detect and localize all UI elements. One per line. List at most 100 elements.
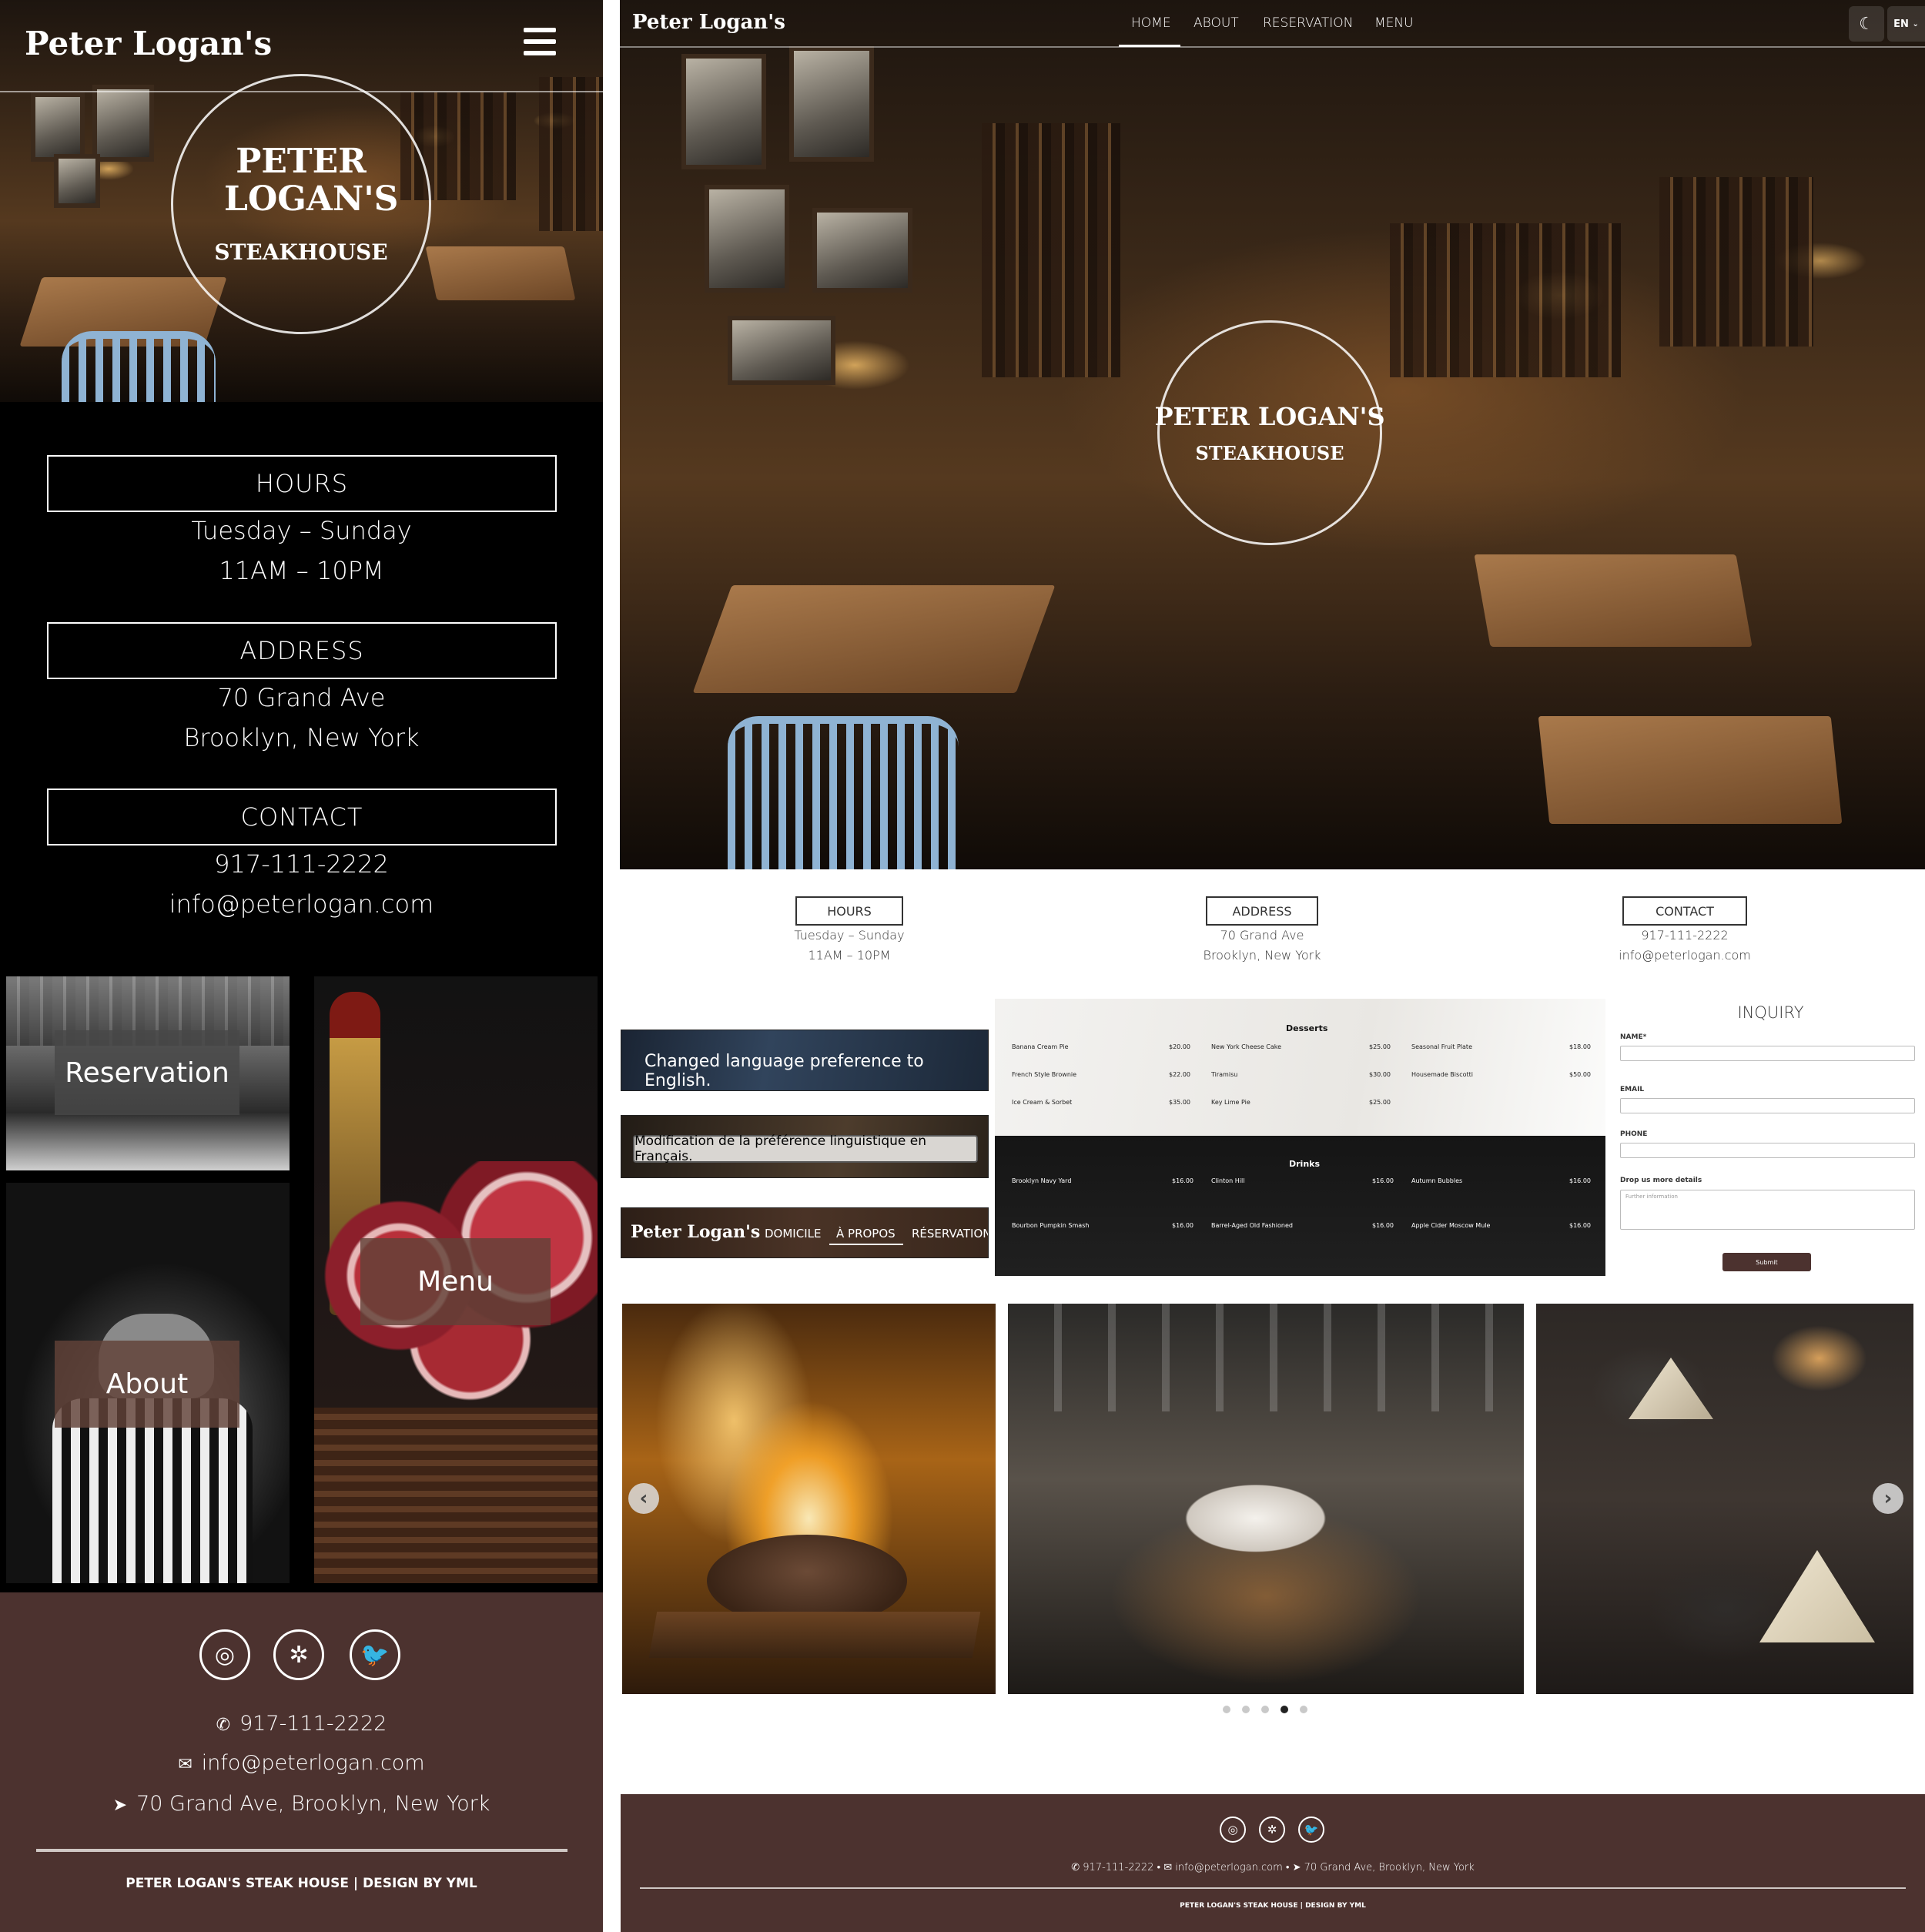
language-toast-english: Changed language preference to English.	[621, 1030, 989, 1091]
drink-price: $16.00	[1172, 1177, 1194, 1184]
carousel-image-fine-dining	[1008, 1304, 1524, 1694]
desserts-section: Desserts Banana Cream Pie $20.00 New Yor…	[995, 999, 1605, 1136]
contact-heading: CONTACT	[47, 789, 557, 845]
dessert-price: $50.00	[1569, 1071, 1591, 1078]
language-select[interactable]: EN ⌄	[1887, 6, 1925, 42]
emblem-subtitle: STEAKHOUSE	[214, 239, 388, 265]
fr-nav-about[interactable]: À PROPOS	[836, 1227, 896, 1241]
hours-heading: HOURS	[795, 896, 903, 926]
location-arrow-icon: ➤	[1292, 1862, 1301, 1873]
french-navbar-preview: Peter Logan's DOMICILE À PROPOS RÉSERVAT…	[621, 1207, 989, 1258]
hours-heading: HOURS	[47, 455, 557, 512]
about-tile-label: About	[55, 1341, 239, 1428]
dessert-price: $30.00	[1369, 1071, 1391, 1078]
footer-address: 70 Grand Ave, Brooklyn, New York	[1304, 1862, 1475, 1873]
nav-menu[interactable]: MENU	[1374, 15, 1414, 31]
dessert-price: $25.00	[1369, 1099, 1391, 1106]
footer-email-text: info@peterlogan.com	[201, 1751, 425, 1775]
submit-button[interactable]: Submit	[1722, 1253, 1811, 1271]
footer-phone[interactable]: 917-111-2222	[1083, 1862, 1153, 1873]
twitter-icon[interactable]: 🐦	[1298, 1816, 1324, 1843]
footer-address: ➤ 70 Grand Ave, Brooklyn, New York	[0, 1792, 603, 1816]
dessert-item: Key Lime Pie	[1211, 1099, 1250, 1106]
desktop-footer-info: ✆ 917-111-2222 • ✉ info@peterlogan.com •…	[1071, 1862, 1475, 1873]
fr-nav-home[interactable]: DOMICILE	[765, 1227, 821, 1241]
phone-label: PHONE	[1620, 1130, 1648, 1138]
dessert-item: Seasonal Fruit Plate	[1411, 1043, 1472, 1050]
dessert-price: $35.00	[1169, 1099, 1190, 1106]
yelp-icon[interactable]: ✲	[273, 1629, 324, 1680]
carousel-dot[interactable]	[1242, 1706, 1250, 1713]
drink-price: $16.00	[1372, 1222, 1394, 1229]
carousel-dot[interactable]	[1261, 1706, 1269, 1713]
drink-item: Barrel-Aged Old Fashioned	[1211, 1222, 1293, 1229]
phone-field[interactable]	[1620, 1143, 1915, 1158]
footer-email[interactable]: ✉ info@peterlogan.com	[0, 1751, 603, 1775]
dessert-item: Banana Cream Pie	[1012, 1043, 1069, 1050]
drink-item: Bourbon Pumpkin Smash	[1012, 1222, 1090, 1229]
footer-phone-text: 917-111-2222	[239, 1712, 387, 1736]
instagram-icon[interactable]: ◎	[1220, 1816, 1246, 1843]
address-street: 70 Grand Ave	[217, 683, 386, 712]
reservation-tile[interactable]: Reservation	[6, 976, 290, 1170]
nav-reservation[interactable]: RESERVATION	[1263, 15, 1353, 31]
carousel-dot[interactable]	[1300, 1706, 1307, 1713]
envelope-icon: ✉	[178, 1755, 192, 1774]
name-field[interactable]	[1620, 1046, 1915, 1061]
drink-item: Brooklyn Navy Yard	[1012, 1177, 1072, 1184]
drink-item: Clinton Hill	[1211, 1177, 1245, 1184]
email-field[interactable]	[1620, 1098, 1915, 1113]
nav-active-indicator	[1119, 45, 1180, 47]
desktop-brand-logo[interactable]: Peter Logan's	[632, 11, 785, 34]
contact-heading: CONTACT	[1622, 896, 1747, 926]
address-city: Brooklyn, New York	[183, 723, 420, 752]
chevron-left-icon[interactable]: ‹	[628, 1483, 659, 1514]
footer-copyright: PETER LOGAN'S STEAK HOUSE | DESIGN BY YM…	[126, 1876, 477, 1891]
dessert-price: $20.00	[1169, 1043, 1190, 1050]
footer-phone[interactable]: ✆ 917-111-2222	[0, 1712, 603, 1736]
hours-time: 11AM – 10PM	[219, 556, 384, 585]
carousel-dot-active[interactable]	[1281, 1706, 1288, 1713]
phone-icon: ✆	[216, 1716, 231, 1735]
about-tile[interactable]: About	[6, 1183, 290, 1583]
drinks-title: Drinks	[1289, 1159, 1321, 1169]
hours-time: 11AM – 10PM	[808, 948, 891, 963]
nav-home[interactable]: HOME	[1131, 15, 1171, 31]
contact-phone[interactable]: 917-111-2222	[0, 849, 603, 879]
fr-nav-reservation[interactable]: RÉSERVATION	[912, 1227, 988, 1241]
contact-phone[interactable]: 917-111-2222	[1569, 928, 1800, 943]
instagram-icon[interactable]: ◎	[199, 1629, 250, 1680]
twitter-icon[interactable]: 🐦	[350, 1629, 400, 1680]
moon-icon[interactable]: ☾	[1849, 6, 1884, 42]
contact-email[interactable]: info@peterlogan.com	[0, 889, 603, 919]
mobile-brand-logo[interactable]: Peter Logan's	[25, 25, 272, 62]
hamburger-icon[interactable]	[524, 28, 556, 55]
dessert-item: Tiramisu	[1211, 1071, 1238, 1078]
phone-icon: ✆	[1071, 1862, 1080, 1873]
nav-about[interactable]: ABOUT	[1194, 15, 1239, 31]
contact-email[interactable]: info@peterlogan.com	[1569, 948, 1800, 963]
footer-copyright: PETER LOGAN'S STEAK HOUSE | DESIGN BY YM…	[1180, 1902, 1366, 1910]
dessert-item: New York Cheese Cake	[1211, 1043, 1282, 1050]
toast-french-text: Modification de la préférence linguistiq…	[633, 1133, 978, 1164]
dessert-item: French Style Brownie	[1012, 1071, 1077, 1078]
envelope-icon: ✉	[1163, 1862, 1173, 1873]
emblem-title: PETER LOGAN'S	[1154, 401, 1385, 431]
drink-price: $16.00	[1569, 1177, 1591, 1184]
footer-address-text: 70 Grand Ave, Brooklyn, New York	[136, 1792, 490, 1816]
footer-email[interactable]: info@peterlogan.com	[1175, 1862, 1283, 1873]
carousel-dot[interactable]	[1223, 1706, 1230, 1713]
name-label: NAME*	[1620, 1033, 1647, 1041]
details-textarea[interactable]: Further information	[1620, 1190, 1915, 1230]
language-toast-french: Modification de la préférence linguistiq…	[621, 1115, 989, 1178]
yelp-icon[interactable]: ✲	[1259, 1816, 1285, 1843]
hours-days: Tuesday – Sunday	[794, 928, 905, 943]
chevron-down-icon: ⌄	[1912, 19, 1919, 28]
desktop-hero-emblem: PETER LOGAN'S STEAKHOUSE	[1154, 320, 1385, 545]
menu-tile[interactable]: Menu	[314, 976, 598, 1583]
drink-price: $16.00	[1569, 1222, 1591, 1229]
fr-brand[interactable]: Peter Logan's	[631, 1222, 760, 1242]
chevron-right-icon[interactable]: ›	[1873, 1483, 1903, 1514]
footer-divider	[640, 1887, 1906, 1889]
drink-price: $16.00	[1172, 1222, 1194, 1229]
